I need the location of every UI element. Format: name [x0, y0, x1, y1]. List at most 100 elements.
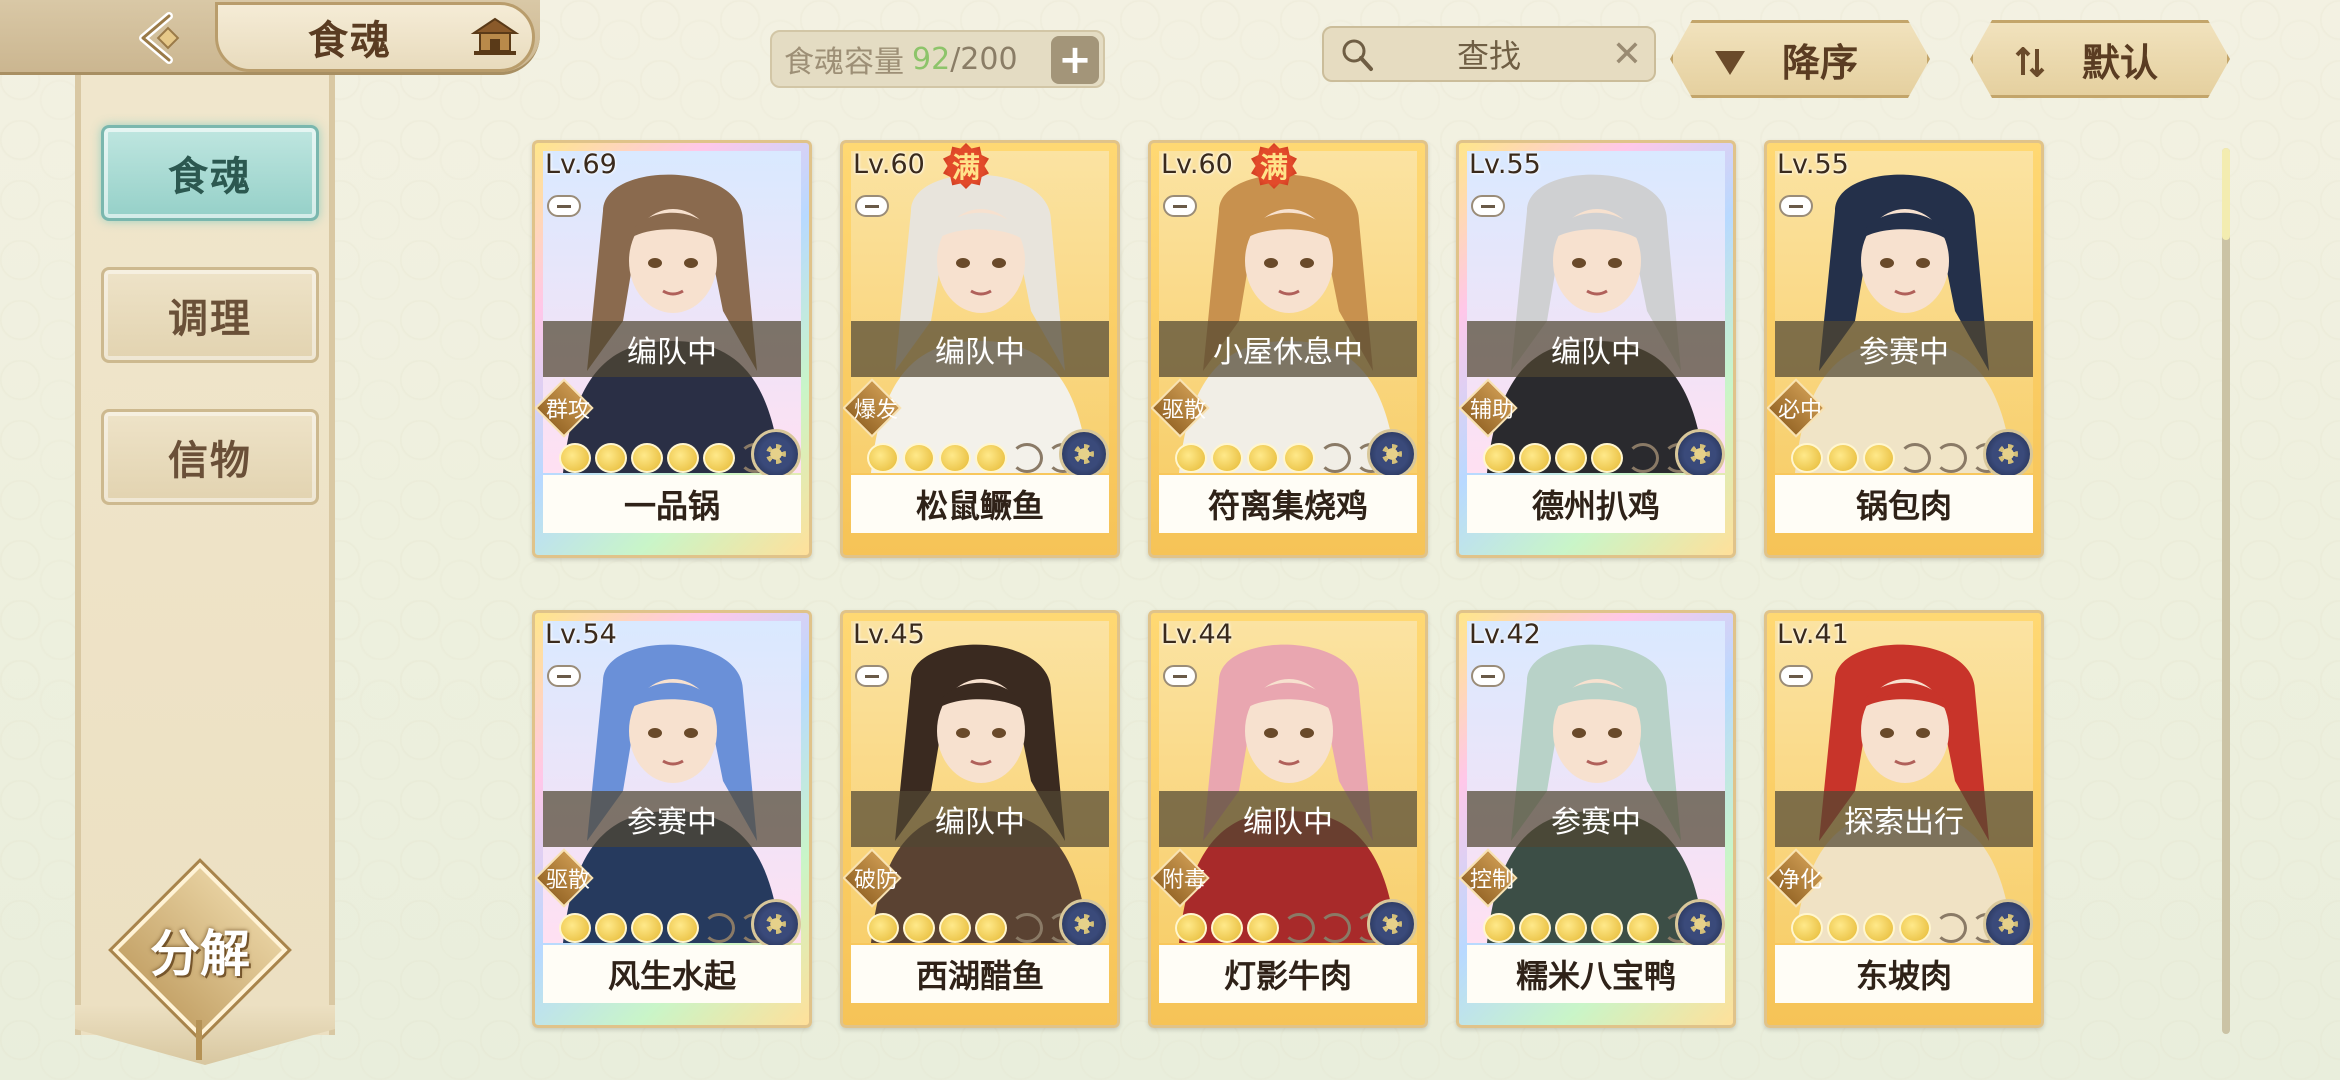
star-icon: [1791, 913, 1823, 943]
element-emblem-icon: [751, 899, 801, 949]
sort-arrows-icon: [2013, 47, 2047, 77]
role-badge: 驱散: [535, 848, 594, 908]
star-icon: [1211, 913, 1243, 943]
star-rating: [1175, 913, 1387, 943]
star-icon: [1627, 443, 1659, 473]
element-emblem-icon: [1675, 899, 1725, 949]
card-name: 灯影牛肉: [1159, 945, 1417, 1003]
star-rating: [559, 443, 771, 473]
role-badge: 辅助: [1459, 378, 1518, 438]
search-input[interactable]: 查找 ✕: [1322, 26, 1656, 82]
lock-icon: [1471, 195, 1505, 217]
sort-mode-label: 默认: [2081, 40, 2158, 85]
sort-order-label: 降序: [1781, 40, 1858, 85]
star-icon: [1555, 913, 1587, 943]
level-label: Lv.42: [1469, 619, 1541, 650]
star-icon: [667, 913, 699, 943]
star-icon: [595, 443, 627, 473]
role-badge: 群攻: [535, 378, 594, 438]
home-icon[interactable]: [470, 15, 520, 59]
decompose-label: 分解: [150, 925, 250, 983]
role-badge: 破防: [843, 848, 902, 908]
role-label: 辅助: [1469, 398, 1514, 423]
level-label: Lv.44: [1161, 619, 1233, 650]
status-badge: 编队中: [851, 791, 1109, 847]
role-label: 破防: [853, 868, 898, 893]
status-badge: 编队中: [1467, 321, 1725, 377]
star-icon: [559, 913, 591, 943]
status-badge: 小屋休息中: [1159, 321, 1417, 377]
back-button[interactable]: [95, 0, 225, 75]
close-icon[interactable]: ✕: [1612, 36, 1642, 74]
food-soul-card[interactable]: Lv.60 满编队中 爆发 松鼠鳜鱼: [840, 140, 1120, 558]
food-soul-card[interactable]: Lv.55 参赛中 必中 锅包肉: [1764, 140, 2044, 558]
star-rating: [1483, 443, 1695, 473]
sort-order-button[interactable]: 降序: [1670, 20, 1930, 98]
scrollbar-thumb[interactable]: [2222, 148, 2230, 240]
capacity-add-button[interactable]: +: [1051, 36, 1099, 84]
star-icon: [1591, 913, 1623, 943]
food-soul-card[interactable]: Lv.54 参赛中 驱散 风生水起: [532, 610, 812, 1028]
status-badge: 参赛中: [1775, 321, 2033, 377]
food-soul-card[interactable]: Lv.44 编队中附毒灯影牛肉: [1148, 610, 1428, 1028]
star-icon: [595, 913, 627, 943]
card-name: 糯米八宝鸭: [1467, 945, 1725, 1003]
role-label: 群攻: [545, 398, 590, 423]
page-title-text: 食魂: [308, 18, 392, 64]
capacity-max: /200: [950, 41, 1018, 77]
tassel-ornament: [196, 1020, 202, 1060]
search-icon: [1342, 39, 1373, 71]
food-soul-card[interactable]: Lv.45 编队中 破防 西湖醋鱼: [840, 610, 1120, 1028]
card-name: 风生水起: [543, 945, 801, 1003]
star-rating: [559, 913, 771, 943]
star-icon: [631, 443, 663, 473]
tab-training[interactable]: 调理: [101, 267, 319, 363]
lock-icon: [855, 665, 889, 687]
star-icon: [1935, 443, 1967, 473]
star-icon: [975, 443, 1007, 473]
star-icon: [1011, 443, 1043, 473]
level-label: Lv.41: [1777, 619, 1849, 650]
role-badge: 净化: [1767, 848, 1826, 908]
star-icon: [559, 443, 591, 473]
status-badge: 编队中: [1159, 791, 1417, 847]
role-badge: 必中: [1767, 378, 1826, 438]
star-icon: [703, 913, 735, 943]
element-emblem-icon: [1983, 429, 2033, 479]
food-soul-card[interactable]: Lv.41 探索出行 净化东坡肉: [1764, 610, 2044, 1028]
plus-icon: +: [1058, 37, 1092, 83]
food-soul-card[interactable]: Lv.60 满小屋休息中 驱散 符离集烧鸡: [1148, 140, 1428, 558]
scrollbar[interactable]: [2222, 148, 2230, 1034]
card-name: 一品锅: [543, 475, 801, 533]
role-label: 附毒: [1161, 868, 1206, 893]
tab-tokens[interactable]: 信物: [101, 409, 319, 505]
capacity-display: 食魂容量 92/200 +: [770, 30, 1105, 88]
star-rating: [1483, 913, 1695, 943]
tab-food-souls[interactable]: 食魂: [101, 125, 319, 221]
decompose-button[interactable]: 分解: [108, 858, 292, 1060]
status-badge: 探索出行: [1775, 791, 2033, 847]
sort-mode-button[interactable]: 默认: [1970, 20, 2230, 98]
role-badge: 控制: [1459, 848, 1518, 908]
star-rating: [1791, 443, 2003, 473]
card-name: 松鼠鳜鱼: [851, 475, 1109, 533]
tab-label: 信物: [168, 438, 252, 484]
star-icon: [1627, 913, 1659, 943]
card-name: 德州扒鸡: [1467, 475, 1725, 533]
food-soul-card[interactable]: Lv.55 编队中 辅助 德州扒鸡: [1456, 140, 1736, 558]
star-icon: [1863, 443, 1895, 473]
element-emblem-icon: [1367, 899, 1417, 949]
star-icon: [1483, 443, 1515, 473]
tab-label: 调理: [168, 296, 252, 342]
element-emblem-icon: [1675, 429, 1725, 479]
card-name: 东坡肉: [1775, 945, 2033, 1003]
star-icon: [1519, 913, 1551, 943]
back-arrow-icon: [139, 11, 180, 64]
star-icon: [1935, 913, 1967, 943]
star-icon: [1791, 443, 1823, 473]
star-icon: [903, 443, 935, 473]
food-soul-card[interactable]: Lv.69 编队中 群攻 一品锅: [532, 140, 812, 558]
star-icon: [939, 443, 971, 473]
lock-icon: [1471, 665, 1505, 687]
food-soul-card[interactable]: Lv.42 参赛中 控制 糯米八宝鸭: [1456, 610, 1736, 1028]
